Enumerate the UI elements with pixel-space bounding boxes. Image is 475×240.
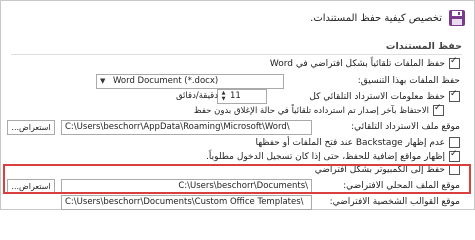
page-title: تخصيص كيفية حفظ المستندات. (310, 12, 442, 24)
save-format-label: حفظ الملفات بهذا التنسيق: (357, 76, 460, 86)
save-default-row[interactable]: حفظ الملفات تلقائياً بشكل افتراضي في Wor… (269, 56, 460, 69)
page-header: تخصيص كيفية حفظ المستندات. (310, 9, 466, 27)
no-backstage-row[interactable]: عدم إظهار Backstage عند فتح الملفات أو ح… (255, 137, 460, 148)
autorecover-minutes-value: 11 (230, 91, 241, 101)
save-icon (449, 10, 465, 26)
autorecover-location-field[interactable]: C:\Users\beschorr\AppData\Roaming\Micros… (61, 120, 312, 135)
autorecover-label: حفظ معلومات الاسترداد التلقائي كل (309, 91, 445, 102)
highlight-box (3, 164, 471, 194)
keep-last-row[interactable]: الاحتفاظ بآخر إصدار تم استرداده تلقائياً… (193, 103, 444, 116)
no-backstage-checkbox[interactable] (449, 137, 460, 148)
show-additional-label: إظهار مواقع إضافية للحفظ، حتى إذا كان تس… (206, 151, 445, 162)
save-options-panel: تخصيص كيفية حفظ المستندات. حفظ المستندات… (0, 0, 475, 210)
section-title: حفظ المستندات (385, 41, 462, 52)
no-backstage-label: عدم إظهار Backstage عند فتح الملفات أو ح… (255, 137, 445, 148)
show-additional-checkbox[interactable] (449, 149, 460, 162)
chevron-down-icon: ▼ (100, 77, 106, 85)
save-default-checkbox[interactable] (449, 56, 460, 69)
autorecover-browse-button[interactable]: استعراض... (7, 120, 55, 135)
keep-last-checkbox[interactable] (433, 103, 444, 116)
templates-field[interactable]: C:\Users\beschorr\Documents\Custom Offic… (61, 195, 312, 210)
save-format-dropdown[interactable]: ▼ Word Document (*.docx) (96, 74, 284, 89)
templates-label: موقع القوالب الشخصية الافتراضي: (329, 197, 460, 207)
autorecover-location-label: موقع ملف الاسترداد التلقائي: (351, 122, 460, 132)
show-additional-row[interactable]: إظهار مواقع إضافية للحفظ، حتى إذا كان تس… (206, 149, 460, 162)
autorecover-row[interactable]: حفظ معلومات الاسترداد التلقائي كل (309, 89, 460, 102)
keep-last-label: الاحتفاظ بآخر إصدار تم استرداده تلقائياً… (193, 105, 429, 116)
save-default-label: حفظ الملفات تلقائياً بشكل افتراضي في Wor… (269, 58, 445, 69)
spinner-arrows-icon[interactable]: ▲ ▼ (219, 90, 228, 102)
section-divider (11, 54, 462, 55)
autorecover-minutes-stepper[interactable]: ▲ ▼ 11 (217, 89, 267, 104)
save-format-value: Word Document (*.docx) (113, 76, 219, 86)
autorecover-location-row: موقع ملف الاسترداد التلقائي: (351, 122, 460, 132)
autorecover-checkbox[interactable] (449, 89, 460, 102)
save-format-row: حفظ الملفات بهذا التنسيق: (358, 76, 460, 86)
autorecover-unit: دقيقة/دقائق (175, 91, 218, 101)
templates-row: موقع القوالب الشخصية الافتراضي: (330, 197, 460, 207)
